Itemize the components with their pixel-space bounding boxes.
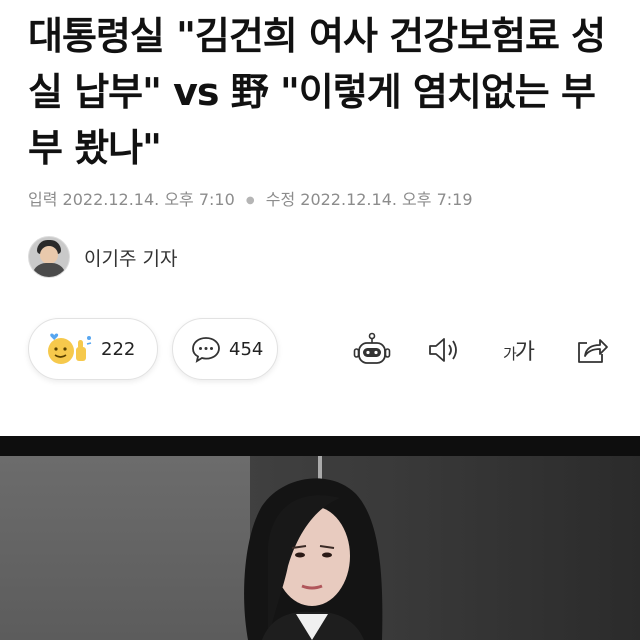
reaction-emoji-icon — [48, 333, 92, 364]
comment-button[interactable]: 454 — [172, 318, 278, 380]
photo-subject — [244, 478, 383, 640]
published-label: 입력 — [28, 190, 58, 209]
modified-label: 수정 — [265, 190, 296, 209]
font-size-icon: 가가 — [502, 334, 535, 366]
comment-count: 454 — [229, 338, 264, 360]
font-size-small-label: 가 — [502, 345, 517, 363]
article-headline: 대통령실 "김건희 여사 건강보험료 성실 납부" vs 野 "이렇게 염치없는… — [28, 14, 606, 170]
robot-summary-icon — [353, 332, 391, 364]
text-to-speech-button[interactable] — [424, 328, 464, 372]
article-meta: 입력 2022.12.14. 오후 7:10 ● 수정 2022.12.14. … — [28, 186, 473, 210]
published-time: 2022.12.14. 오후 7:10 — [62, 190, 235, 209]
share-button[interactable] — [572, 328, 612, 372]
article-photo — [0, 436, 640, 640]
reporter-avatar[interactable] — [28, 236, 70, 278]
speaker-icon — [429, 338, 457, 362]
share-icon — [578, 339, 608, 363]
modified-time: 2022.12.14. 오후 7:19 — [300, 190, 473, 209]
comment-icon — [192, 337, 220, 363]
reporter-row[interactable]: 이기주 기자 — [28, 236, 177, 278]
reaction-button[interactable]: 222 — [28, 318, 158, 380]
summary-bot-button[interactable] — [352, 328, 392, 372]
reaction-count: 222 — [101, 338, 136, 360]
font-size-large-label: 가 — [514, 340, 535, 365]
font-size-button[interactable]: 가가 — [494, 328, 542, 372]
reporter-name[interactable]: 이기주 기자 — [84, 244, 177, 271]
meta-separator: ● — [245, 195, 255, 206]
